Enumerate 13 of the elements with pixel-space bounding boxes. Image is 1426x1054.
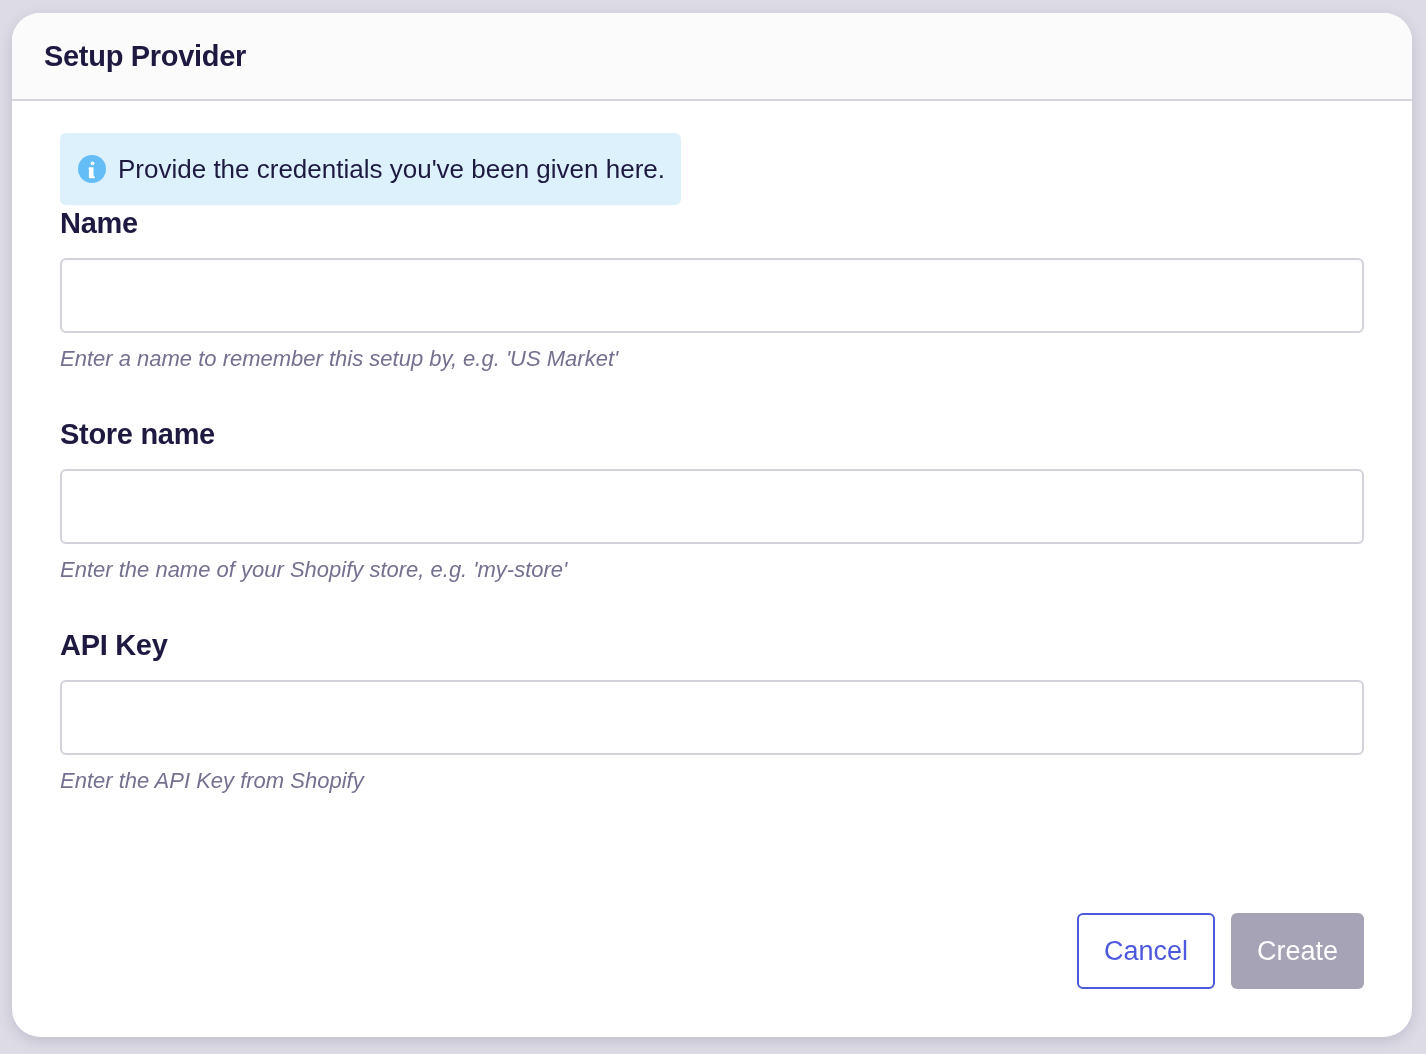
input-field[interactable] bbox=[60, 469, 1364, 544]
field-label: Store name bbox=[60, 418, 216, 451]
field-hint: Enter the name of your Shopify store, e.g. 'my-store' bbox=[60, 557, 569, 583]
field-label: API Key bbox=[60, 629, 169, 662]
input-field[interactable] bbox=[60, 258, 1364, 333]
field-hint: Enter the API Key from Shopify bbox=[60, 768, 366, 794]
info-icon bbox=[78, 155, 106, 183]
info-message: Provide the credentials you've been given here. bbox=[118, 153, 665, 185]
input-field[interactable] bbox=[60, 680, 1364, 755]
field-label: Name bbox=[60, 207, 139, 240]
dialog-title: Setup Provider bbox=[44, 39, 247, 73]
cancel-button[interactable]: Cancel bbox=[1077, 913, 1215, 989]
field-hint: Enter a name to remember this setup by, e.g. 'US Market' bbox=[60, 346, 620, 372]
